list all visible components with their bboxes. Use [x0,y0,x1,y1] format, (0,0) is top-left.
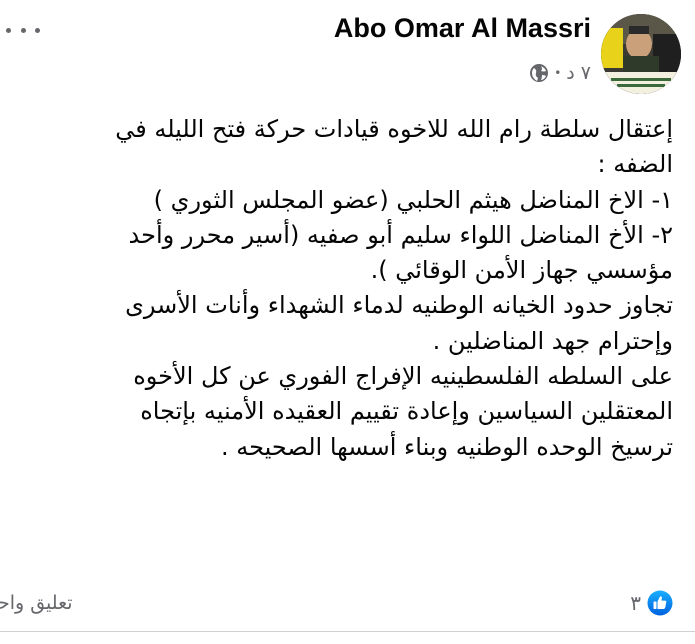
globe-icon[interactable] [529,63,549,83]
post-meta: ٧ د • [529,62,591,84]
post-body-line: ٢- الأخ المناضل اللواء سليم أبو صفيه (أس… [128,220,673,249]
post-body-line: الضفه : [597,150,673,179]
more-icon-dot [35,27,40,33]
post-time[interactable]: ٧ د [566,62,591,84]
post-body: إعتقال سلطة رام الله للاخوه قيادات حركة … [18,112,673,465]
comments-count-link[interactable]: تعليق واحد [0,592,73,614]
reactions-summary[interactable]: ٣ [630,590,673,616]
post-body-line: ١- الاخ المناضل هيثم الحلبي (عضو المجلس … [153,185,673,214]
more-icon-dot [20,27,26,33]
meta-separator: • [554,66,562,80]
author-name[interactable]: Abo Omar Al Massri [334,13,591,44]
post-body-line: إعتقال سلطة رام الله للاخوه قيادات حركة … [115,115,673,143]
comments-link-wrap: تعليق واحد [0,588,100,618]
post-body-line: ترسيخ الوحده الوطنيه وبناء أسسها الصحيحه… [221,432,673,461]
post-body-line: تجاوز حدود الخيانه الوطنيه لدماء الشهداء… [125,291,673,320]
more-icon-dot [6,27,11,33]
divider [0,631,695,632]
more-options-button[interactable] [6,18,40,42]
post-body-line: المعتقلين السياسين وإعادة تقييم العقيده … [140,397,673,426]
like-icon [647,590,673,616]
facebook-post: Abo Omar Al Massri ٧ د • إعتقال سلطة رام… [0,0,695,644]
author-avatar[interactable] [601,14,681,94]
post-body-line: على السلطه الفلسطينيه الإفراج الفوري عن … [133,362,673,391]
post-body-line: وإحترام جهد المناضلين . [432,326,673,355]
avatar-image [601,14,681,94]
reactions-count: ٣ [630,591,641,615]
post-body-line: مؤسسي جهاز الأمن الوقائي ). [370,256,673,285]
